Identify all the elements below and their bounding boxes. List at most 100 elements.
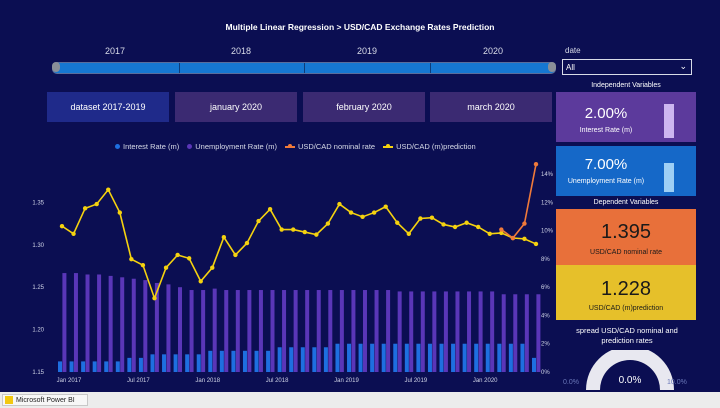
prediction-rate-point[interactable] [94, 201, 99, 207]
prediction-rate-point[interactable] [82, 206, 88, 211]
prediction-rate-point[interactable] [406, 231, 412, 236]
interest-rate-bar[interactable] [277, 347, 282, 372]
interest-rate-bar[interactable] [404, 343, 409, 372]
interest-rate-bar[interactable] [347, 343, 352, 372]
timeline-end-handle[interactable] [548, 62, 556, 72]
interest-rate-bar[interactable] [254, 350, 259, 372]
unemployment-rate-bar[interactable] [362, 290, 367, 372]
interest-rate-bar[interactable] [162, 354, 167, 372]
interest-rate-bar[interactable] [462, 343, 467, 372]
interest-rate-bar[interactable] [81, 361, 86, 372]
interest-rate-bar[interactable] [439, 343, 444, 372]
prediction-rate-point[interactable] [152, 296, 157, 301]
unemployment-rate-bar[interactable] [247, 290, 252, 372]
unemployment-rate-bar[interactable] [131, 278, 136, 372]
unemployment-rate-bar[interactable] [143, 280, 148, 372]
interest-rate-bar[interactable] [231, 350, 236, 372]
interest-rate-bar[interactable] [497, 343, 502, 372]
interest-rate-bar[interactable] [474, 343, 479, 372]
prediction-rate-point[interactable] [163, 265, 169, 270]
unemployment-rate-bar[interactable] [432, 291, 437, 372]
prediction-rate-point[interactable] [210, 265, 215, 270]
prediction-rate-point[interactable] [429, 215, 435, 220]
unemployment-rate-bar[interactable] [178, 287, 183, 372]
unemployment-rate-bar[interactable] [443, 291, 448, 372]
button-dataset-2017-2019[interactable]: dataset 2017-2019 [47, 92, 169, 122]
button-january-2020[interactable]: january 2020 [175, 92, 297, 122]
unemployment-rate-bar[interactable] [85, 274, 90, 372]
prediction-rate-point[interactable] [140, 262, 146, 268]
unemployment-rate-bar[interactable] [328, 290, 333, 372]
unemployment-rate-bar[interactable] [374, 290, 379, 372]
interest-rate-bar[interactable] [289, 347, 294, 372]
prediction-rate-point[interactable] [302, 229, 307, 235]
prediction-rate-point[interactable] [314, 232, 319, 237]
unemployment-rate-bar[interactable] [293, 290, 298, 372]
prediction-rate-point[interactable] [325, 221, 331, 226]
chevron-down-icon[interactable]: ⌄ [679, 61, 687, 72]
prediction-rate-point[interactable] [371, 210, 377, 215]
unemployment-rate-bar[interactable] [467, 291, 472, 372]
timeline-start-handle[interactable] [52, 62, 60, 72]
prediction-rate-point[interactable] [59, 223, 65, 229]
interest-rate-bar[interactable] [196, 354, 201, 372]
unemployment-rate-bar[interactable] [189, 290, 194, 372]
unemployment-rate-bar[interactable] [478, 291, 483, 372]
prediction-rate-point[interactable] [441, 222, 446, 227]
prediction-rate-point[interactable] [291, 227, 296, 232]
interest-rate-bar[interactable] [381, 343, 386, 372]
interest-rate-bar[interactable] [58, 361, 62, 372]
unemployment-rate-bar[interactable] [386, 290, 391, 372]
taskbar-app-button[interactable]: Microsoft Power BI [2, 394, 88, 406]
prediction-rate-point[interactable] [475, 224, 481, 230]
unemployment-rate-bar[interactable] [212, 288, 217, 372]
interest-rate-bar[interactable] [127, 357, 132, 372]
nominal-rate-point[interactable] [522, 221, 527, 226]
unemployment-rate-bar[interactable] [120, 277, 125, 372]
date-timeline-slicer[interactable]: 2017 2018 2019 2020 [52, 46, 556, 74]
prediction-rate-card[interactable]: 1.228 USD/CAD (m)prediction [556, 265, 696, 320]
prediction-rate-point[interactable] [395, 220, 400, 225]
interest-rate-bar[interactable] [185, 354, 190, 372]
unemployment-rate-bar[interactable] [409, 291, 414, 372]
unemployment-rate-bar[interactable] [73, 273, 78, 372]
unemployment-rate-bar[interactable] [455, 291, 460, 372]
nominal-rate-point[interactable] [499, 227, 504, 232]
unemployment-rate-bar[interactable] [397, 291, 402, 372]
unemployment-rate-bar[interactable] [201, 290, 206, 372]
prediction-rate-point[interactable] [71, 231, 76, 236]
timeline-track[interactable] [52, 62, 556, 74]
interest-rate-bar[interactable] [69, 361, 74, 372]
interest-rate-card[interactable]: 2.00% Interest Rate (m) [556, 92, 696, 142]
prediction-rate-point[interactable] [533, 241, 539, 247]
prediction-rate-point[interactable] [106, 187, 111, 192]
interest-rate-bar[interactable] [485, 343, 490, 372]
unemployment-rate-bar[interactable] [166, 284, 171, 372]
interest-rate-bar[interactable] [393, 343, 398, 372]
unemployment-rate-bar[interactable] [97, 274, 102, 372]
prediction-rate-point[interactable] [522, 236, 527, 242]
button-march-2020[interactable]: march 2020 [430, 92, 552, 122]
unemployment-rate-bar[interactable] [305, 290, 310, 372]
interest-rate-bar[interactable] [508, 343, 513, 372]
unemployment-rate-bar[interactable] [524, 294, 529, 372]
prediction-rate-point[interactable] [383, 204, 388, 209]
interest-rate-bar[interactable] [335, 343, 340, 372]
interest-rate-bar[interactable] [300, 347, 305, 372]
unemployment-rate-bar[interactable] [501, 294, 506, 372]
nominal-rate-point[interactable] [510, 235, 516, 241]
interest-rate-bar[interactable] [266, 350, 271, 372]
unemployment-rate-bar[interactable] [339, 290, 344, 372]
prediction-rate-point[interactable] [348, 210, 354, 215]
interest-rate-bar[interactable] [242, 350, 247, 372]
unemployment-rate-bar[interactable] [420, 291, 425, 372]
unemployment-rate-bar[interactable] [490, 291, 495, 372]
combo-chart[interactable]: 1.15 1.20 1.25 1.30 1.35 0% 2% 4% 6% 8% 10% 12% 14% J… [0, 150, 556, 390]
unemployment-rate-bar[interactable] [258, 290, 263, 372]
prediction-rate-point[interactable] [256, 218, 261, 224]
interest-rate-bar[interactable] [312, 347, 317, 372]
prediction-rate-point[interactable] [233, 252, 238, 258]
prediction-rate-point[interactable] [186, 256, 192, 261]
prediction-rate-point[interactable] [279, 227, 284, 232]
nominal-rate-card[interactable]: 1.395 USD/CAD nominal rate [556, 209, 696, 265]
